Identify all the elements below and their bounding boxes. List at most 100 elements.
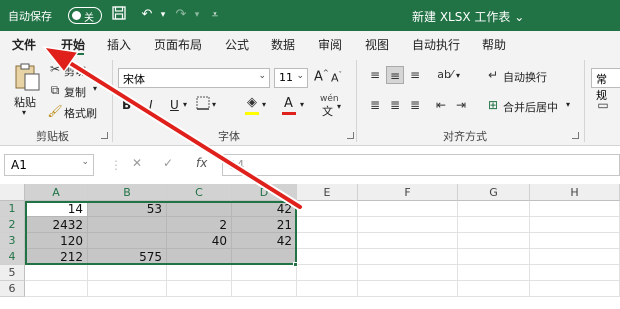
column-header-b[interactable]: B — [88, 184, 167, 201]
enter-icon[interactable]: ✓ — [163, 156, 173, 170]
cell-g5[interactable] — [458, 265, 530, 281]
merge-dropdown-icon[interactable]: ▾ — [566, 100, 570, 109]
select-all-button[interactable] — [0, 184, 25, 201]
fill-color-dropdown-icon[interactable]: ▾ — [262, 100, 266, 109]
italic-button[interactable]: I — [149, 98, 153, 112]
cell-c2[interactable]: 2 — [167, 217, 232, 233]
cell-a5[interactable] — [25, 265, 88, 281]
font-size-combo[interactable]: 11 ⌄ — [274, 68, 308, 88]
align-bottom-icon[interactable]: ≡ — [406, 66, 424, 84]
cell-h5[interactable] — [530, 265, 620, 281]
cell-a1[interactable]: 14 — [25, 201, 88, 217]
tab-formulas[interactable]: 公式 — [225, 36, 249, 53]
tab-view[interactable]: 视图 — [365, 36, 389, 53]
cell-a4[interactable]: 212 — [25, 249, 88, 265]
paste-button[interactable]: 粘贴 ▾ — [6, 60, 46, 118]
cell-d4[interactable] — [232, 249, 297, 265]
column-header-g[interactable]: G — [458, 184, 530, 201]
font-color-button[interactable]: A — [284, 96, 293, 111]
increase-indent-icon[interactable]: ⇥ — [452, 96, 470, 114]
borders-icon[interactable] — [194, 96, 212, 114]
redo-dropdown-icon[interactable]: ▾ — [188, 6, 206, 24]
insert-function-icon[interactable]: fx — [196, 156, 207, 170]
cell-h2[interactable] — [530, 217, 620, 233]
cell-e2[interactable] — [297, 217, 358, 233]
cell-d5[interactable] — [232, 265, 297, 281]
merge-center-button[interactable]: 合并后居中 — [503, 99, 558, 115]
cell-h6[interactable] — [530, 281, 620, 297]
align-right-icon[interactable]: ≣ — [406, 96, 424, 114]
font-color-dropdown-icon[interactable]: ▾ — [300, 100, 304, 109]
cell-e4[interactable] — [297, 249, 358, 265]
cell-f1[interactable] — [358, 201, 458, 217]
row-header-5[interactable]: 5 — [0, 265, 25, 281]
cell-g6[interactable] — [458, 281, 530, 297]
number-format-combo[interactable]: 常规 — [591, 68, 620, 102]
row-header-4[interactable]: 4 — [0, 249, 25, 265]
clipboard-dialog-launcher-icon[interactable] — [101, 132, 108, 139]
borders-dropdown-icon[interactable]: ▾ — [212, 100, 216, 109]
align-middle-icon[interactable]: ≡ — [386, 66, 404, 84]
cell-e5[interactable] — [297, 265, 358, 281]
tab-file[interactable]: 文件 — [12, 36, 36, 53]
orientation-dropdown-icon[interactable]: ▾ — [456, 71, 460, 80]
cell-b3[interactable] — [88, 233, 167, 249]
tab-data[interactable]: 数据 — [271, 36, 295, 53]
align-top-icon[interactable]: ≡ — [366, 66, 384, 84]
align-left-icon[interactable]: ≣ — [366, 96, 384, 114]
cell-a6[interactable] — [25, 281, 88, 297]
cell-b6[interactable] — [88, 281, 167, 297]
row-header-3[interactable]: 3 — [0, 233, 25, 249]
cell-b5[interactable] — [88, 265, 167, 281]
cell-d6[interactable] — [232, 281, 297, 297]
cell-f5[interactable] — [358, 265, 458, 281]
workbook-title[interactable]: 新建 XLSX 工作表 ⌄ — [412, 8, 524, 25]
tab-page-layout[interactable]: 页面布局 — [154, 36, 202, 53]
copy-button[interactable]: 复制 — [64, 84, 86, 100]
cell-c6[interactable] — [167, 281, 232, 297]
cell-e3[interactable] — [297, 233, 358, 249]
tab-automate[interactable]: 自动执行 — [412, 36, 460, 53]
column-header-h[interactable]: H — [530, 184, 620, 201]
cell-d3[interactable]: 42 — [232, 233, 297, 249]
phonetic-dropdown-icon[interactable]: ▾ — [337, 102, 341, 111]
cancel-icon[interactable]: ✕ — [132, 156, 142, 170]
cell-h1[interactable] — [530, 201, 620, 217]
cell-e6[interactable] — [297, 281, 358, 297]
accounting-format-icon[interactable]: ▭ — [594, 96, 612, 114]
fill-color-icon[interactable]: ◈ — [243, 94, 261, 112]
bold-button[interactable]: B — [122, 98, 131, 112]
column-header-e[interactable]: E — [297, 184, 358, 201]
cell-f2[interactable] — [358, 217, 458, 233]
cell-e1[interactable] — [297, 201, 358, 217]
tab-help[interactable]: 帮助 — [482, 36, 506, 53]
cell-c3[interactable]: 40 — [167, 233, 232, 249]
save-icon[interactable] — [110, 6, 128, 24]
row-header-2[interactable]: 2 — [0, 217, 25, 233]
cut-button[interactable]: 剪切 — [64, 63, 86, 79]
phonetic-button[interactable]: 文 — [322, 103, 333, 119]
cell-h3[interactable] — [530, 233, 620, 249]
cell-c5[interactable] — [167, 265, 232, 281]
format-painter-button[interactable]: 格式刷 — [64, 105, 97, 121]
orientation-icon[interactable]: ab⁄ — [436, 66, 454, 84]
cell-a2[interactable]: 2432 — [25, 217, 88, 233]
column-header-d[interactable]: D — [232, 184, 297, 201]
cell-g2[interactable] — [458, 217, 530, 233]
cell-a3[interactable]: 120 — [25, 233, 88, 249]
drag-handle-icon[interactable]: ⋮ — [110, 158, 122, 172]
cell-f4[interactable] — [358, 249, 458, 265]
cell-f3[interactable] — [358, 233, 458, 249]
shrink-font-button[interactable]: Aˇ — [331, 71, 342, 85]
formula-input[interactable]: 14 — [222, 154, 620, 176]
underline-button[interactable]: U — [170, 98, 179, 112]
cell-c1[interactable] — [167, 201, 232, 217]
alignment-dialog-launcher-icon[interactable] — [572, 132, 579, 139]
align-center-icon[interactable]: ≣ — [386, 96, 404, 114]
font-dialog-launcher-icon[interactable] — [347, 132, 354, 139]
cell-g3[interactable] — [458, 233, 530, 249]
autosave-toggle[interactable]: 关 — [68, 7, 102, 24]
cell-g1[interactable] — [458, 201, 530, 217]
font-name-combo[interactable]: 宋体 ⌄ — [118, 68, 270, 88]
cell-d1[interactable]: 42 — [232, 201, 297, 217]
